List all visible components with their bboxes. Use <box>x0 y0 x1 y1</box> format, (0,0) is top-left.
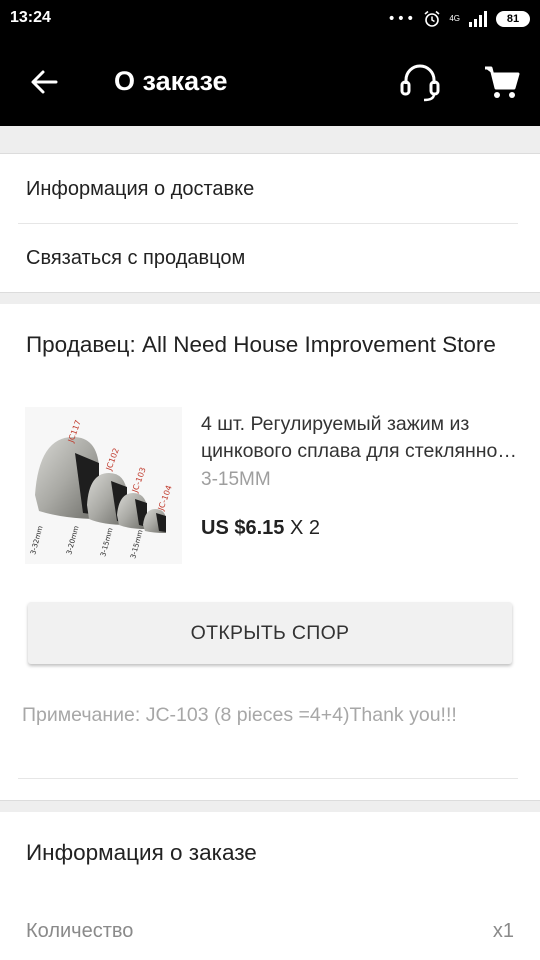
product-variant: 3-15MM <box>201 469 271 490</box>
cart-icon[interactable] <box>482 62 522 102</box>
order-info-title: Информация о заказе <box>26 840 257 865</box>
headset-support-icon[interactable] <box>398 60 442 104</box>
battery-icon: 81 <box>496 11 530 27</box>
status-icons: ••• 4G 81 <box>388 8 530 30</box>
signal-icon <box>469 11 487 27</box>
product-name[interactable]: 4 шт. Регулируемый зажим из цинкового сп… <box>201 411 521 465</box>
section-divider <box>0 800 540 812</box>
product-thumbnail[interactable]: JC117 JC102 JC-103 JC-104 3-32mm 3-20mm … <box>25 407 182 564</box>
delivery-info-label: Информация о доставке <box>26 178 255 200</box>
status-bar: 13:24 ••• 4G 81 <box>0 0 540 38</box>
app-bar: О заказе <box>0 38 540 126</box>
open-dispute-button[interactable]: ОТКРЫТЬ СПОР <box>28 602 512 664</box>
contact-seller-row[interactable]: Связаться с продавцом <box>0 224 540 292</box>
product-quantity: X 2 <box>289 517 320 539</box>
quantity-label: Количество <box>26 920 134 942</box>
product-price: US $6.15 <box>201 517 285 539</box>
section-divider <box>0 292 540 304</box>
price-row: US $6.15 X 2 <box>201 517 320 540</box>
status-time: 13:24 <box>10 9 51 26</box>
alarm-icon <box>424 10 440 27</box>
network-type: 4G <box>449 14 460 23</box>
page-title: О заказе <box>114 66 228 96</box>
section-divider <box>0 126 540 154</box>
product-image: JC117 JC102 JC-103 JC-104 3-32mm 3-20mm … <box>25 407 182 564</box>
delivery-info-row[interactable]: Информация о доставке <box>0 155 540 223</box>
back-arrow-icon[interactable] <box>26 64 62 100</box>
order-note: Примечание: JC-103 (8 pieces =4+4)Thank … <box>22 704 457 726</box>
seller-name[interactable]: Продавец: All Need House Improvement Sto… <box>26 332 532 358</box>
quantity-value: x1 <box>492 920 514 942</box>
more-notifications-icon: ••• <box>387 11 416 27</box>
row-divider <box>18 778 518 779</box>
contact-seller-label: Связаться с продавцом <box>26 247 246 269</box>
